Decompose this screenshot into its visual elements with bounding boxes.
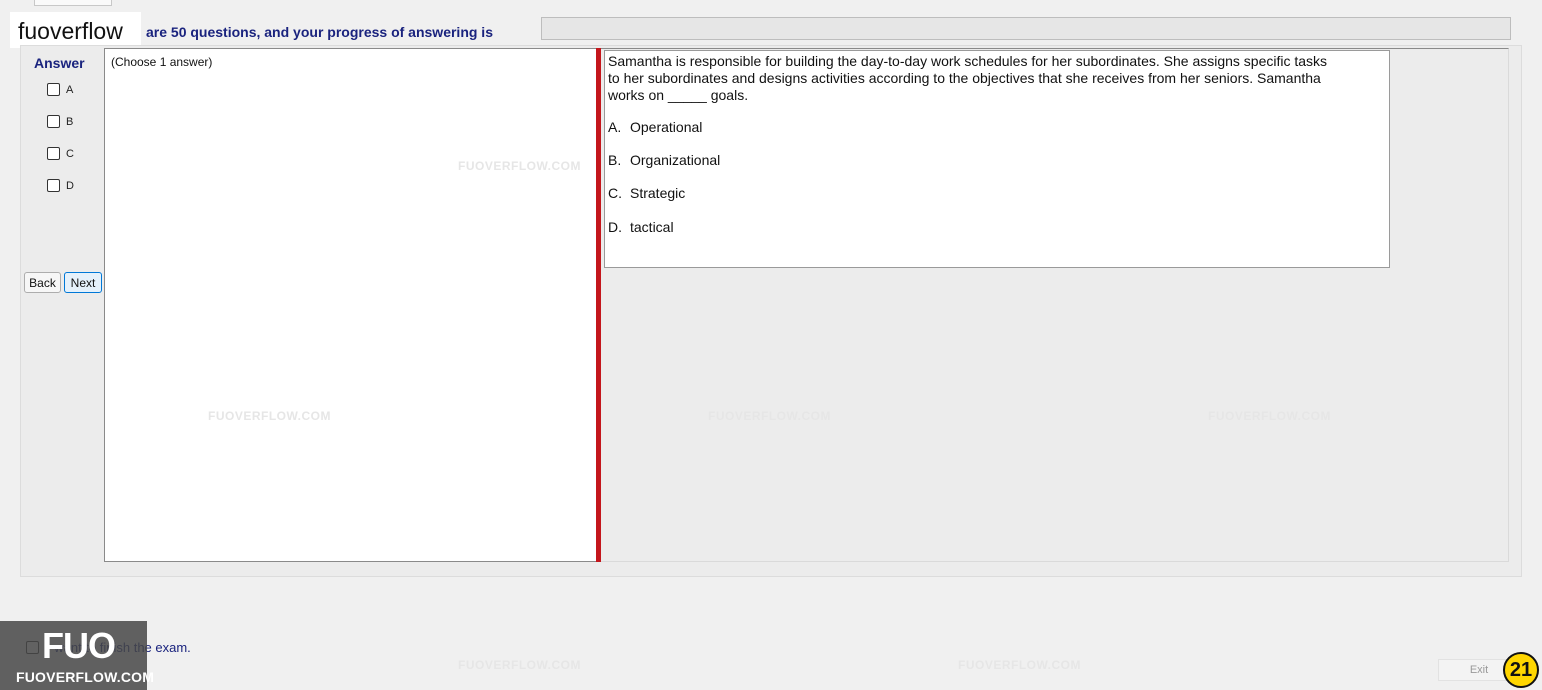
answer-option-d[interactable]: D [47, 179, 74, 192]
watermark-text: FUOVERFLOW.COM [958, 658, 1081, 672]
choice-b: B. Organizational [608, 152, 720, 168]
checkbox-icon[interactable] [47, 179, 60, 192]
answer-option-b[interactable]: B [47, 115, 73, 128]
logo-mark: FUO [42, 625, 116, 666]
question-box: Samantha is responsible for building the… [604, 50, 1390, 268]
choice-text: Strategic [630, 185, 686, 201]
logo-text: FUOVERFLOW.COM [16, 669, 155, 685]
progress-bar [541, 17, 1511, 40]
choice-text: Organizational [630, 152, 721, 168]
choice-letter: D. [608, 219, 622, 235]
choice-letter: B. [608, 152, 622, 168]
answer-instructions-panel: (Choose 1 answer) [104, 48, 597, 562]
answer-option-c[interactable]: C [47, 147, 74, 160]
answer-option-label: B [66, 115, 74, 128]
choice-text: tactical [630, 219, 674, 235]
watermark-text: FUOVERFLOW.COM [458, 159, 581, 173]
choice-a: A. Operational [608, 119, 702, 135]
choice-letter: A. [608, 119, 622, 135]
window-tab[interactable] [34, 0, 112, 6]
answer-option-label: C [66, 147, 74, 160]
answer-option-label: D [66, 179, 74, 192]
checkbox-icon[interactable] [47, 115, 60, 128]
progress-label: are 50 questions, and your progress of a… [146, 24, 493, 40]
choice-c: C. Strategic [608, 185, 685, 201]
choice-text: Operational [630, 119, 703, 135]
answer-option-a[interactable]: A [47, 83, 73, 96]
watermark-text: FUOVERFLOW.COM [458, 658, 581, 672]
choice-letter: C. [608, 185, 622, 201]
choice-d: D. tactical [608, 219, 674, 235]
question-text: Samantha is responsible for building the… [608, 53, 1328, 103]
fuoverflow-logo: FUO FUOVERFLOW.COM [0, 621, 154, 690]
brand-label: fuoverflow [10, 12, 141, 48]
checkbox-icon[interactable] [47, 83, 60, 96]
page-number-badge: 21 [1503, 652, 1539, 688]
answer-title: Answer [34, 55, 85, 71]
watermark-text: FUOVERFLOW.COM [708, 409, 831, 423]
exam-window: fuoverflow are 50 questions, and your pr… [0, 0, 1542, 690]
next-button[interactable]: Next [64, 272, 102, 293]
checkbox-icon[interactable] [47, 147, 60, 160]
watermark-text: FUOVERFLOW.COM [1208, 409, 1331, 423]
watermark-text: FUOVERFLOW.COM [208, 409, 331, 423]
back-button[interactable]: Back [24, 272, 61, 293]
choose-instruction: (Choose 1 answer) [111, 55, 213, 69]
answer-option-label: A [66, 83, 74, 96]
